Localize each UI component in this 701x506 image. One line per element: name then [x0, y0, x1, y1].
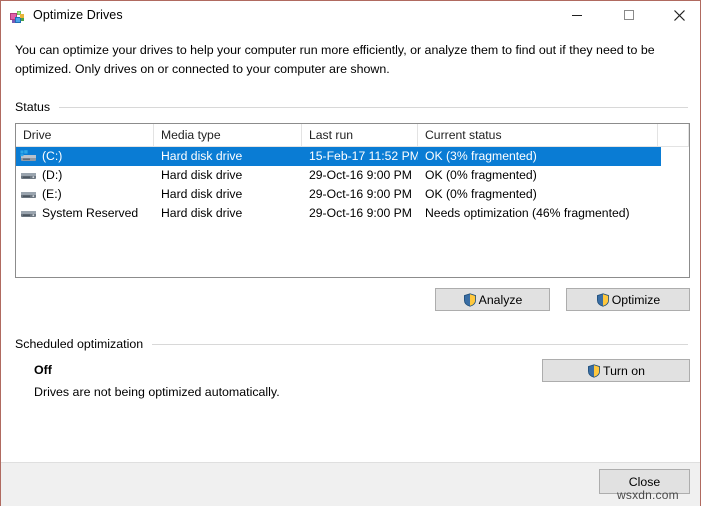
scheduled-group-divider [152, 343, 688, 345]
table-row[interactable]: (D:) Hard disk drive 29-Oct-16 9:00 PM O… [16, 166, 661, 185]
drives-list[interactable]: Drive Media type Last run Current status… [15, 123, 690, 278]
analyze-button[interactable]: Analyze [435, 288, 550, 311]
watermark: wsxdn.com [617, 488, 679, 502]
turn-on-button-label: Turn on [603, 363, 645, 378]
maximize-icon [623, 9, 635, 24]
cell-media-type: Hard disk drive [161, 149, 243, 163]
status-group-label: Status [15, 100, 51, 114]
cell-drive: (D:) [42, 168, 63, 182]
uac-shield-icon [587, 363, 601, 378]
cell-media-type: Hard disk drive [161, 187, 243, 201]
turn-on-button[interactable]: Turn on [542, 359, 690, 382]
defrag-drives-icon [9, 9, 26, 26]
close-icon [673, 9, 686, 25]
cell-current-status: OK (0% fragmented) [425, 168, 537, 182]
column-header-spacer[interactable] [658, 124, 689, 146]
optimize-drives-window: Optimize Drives You can optimize your dr… [0, 0, 701, 506]
close-button-label: Close [628, 474, 661, 489]
table-row[interactable]: (E:) Hard disk drive 29-Oct-16 9:00 PM O… [16, 185, 661, 204]
cell-drive: (C:) [42, 149, 63, 163]
maximize-button[interactable] [606, 1, 652, 32]
uac-shield-icon [596, 292, 610, 307]
minimize-button[interactable] [554, 1, 600, 32]
column-header-last-run[interactable]: Last run [302, 124, 418, 146]
cell-media-type: Hard disk drive [161, 206, 243, 220]
window-description: You can optimize your drives to help you… [15, 43, 655, 76]
cell-last-run: 29-Oct-16 9:00 PM [309, 187, 412, 201]
column-header-media-type[interactable]: Media type [154, 124, 302, 146]
cell-drive: (E:) [42, 187, 62, 201]
schedule-description: Drives are not being optimized automatic… [34, 385, 280, 399]
cell-current-status: OK (3% fragmented) [425, 149, 537, 163]
drive-icon [20, 169, 37, 182]
close-window-button[interactable] [656, 1, 701, 32]
optimize-button[interactable]: Optimize [566, 288, 690, 311]
dialog-footer [1, 462, 700, 506]
cell-media-type: Hard disk drive [161, 168, 243, 182]
uac-shield-icon [463, 292, 477, 307]
column-header-current-status[interactable]: Current status [418, 124, 658, 146]
optimize-button-label: Optimize [611, 292, 661, 307]
schedule-state-value: Off [34, 363, 52, 377]
table-row[interactable]: System Reserved Hard disk drive 29-Oct-1… [16, 204, 661, 223]
scheduled-group-label: Scheduled optimization [15, 337, 144, 351]
drives-list-header: Drive Media type Last run Current status [16, 124, 689, 147]
column-header-drive[interactable]: Drive [16, 124, 154, 146]
table-row[interactable]: (C:) Hard disk drive 15-Feb-17 11:52 PM … [16, 147, 661, 166]
title-bar: Optimize Drives [1, 1, 700, 33]
system-drive-icon [20, 150, 37, 163]
cell-last-run: 15-Feb-17 11:52 PM [309, 149, 418, 163]
cell-current-status: Needs optimization (46% fragmented) [425, 206, 630, 220]
cell-last-run: 29-Oct-16 9:00 PM [309, 168, 412, 182]
cell-last-run: 29-Oct-16 9:00 PM [309, 206, 412, 220]
drive-icon [20, 207, 37, 220]
drive-icon [20, 188, 37, 201]
status-group-header: Status [15, 100, 688, 114]
window-title: Optimize Drives [33, 8, 123, 22]
cell-current-status: OK (0% fragmented) [425, 187, 537, 201]
cell-drive: System Reserved [42, 206, 139, 220]
scheduled-group-header: Scheduled optimization [15, 337, 688, 351]
minimize-icon [571, 9, 583, 24]
status-group-divider [59, 106, 688, 108]
analyze-button-label: Analyze [478, 292, 523, 307]
